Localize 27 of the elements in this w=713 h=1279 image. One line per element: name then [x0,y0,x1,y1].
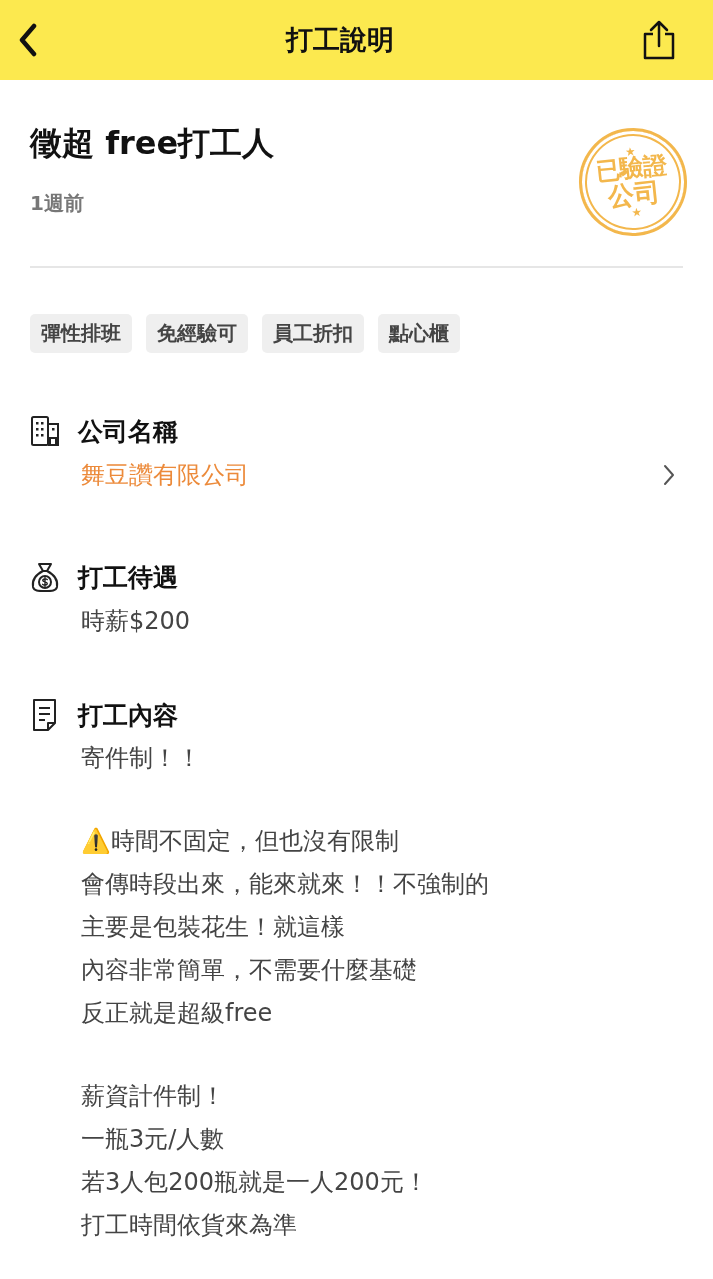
company-link[interactable]: 舞豆讚有限公司 [81,459,249,491]
posted-time: 1週前 [30,190,85,218]
section-heading: 公司名稱 [78,415,178,448]
section-heading: 打工待遇 [78,561,178,594]
tag: 員工折扣 [262,314,364,353]
description-line: 打工時間依貨來為準 [81,1210,298,1241]
description-line: 一瓶3元/人數 [81,1124,226,1155]
share-icon[interactable] [641,20,677,60]
description-line: 反正就是超級free [81,998,274,1029]
chevron-right-icon[interactable] [663,464,675,486]
money-bag-icon [30,561,60,593]
description-line: 若3人包200瓶就是一人200元！ [81,1167,429,1198]
description-line: 寄件制！！ [81,743,202,774]
section-heading: 打工內容 [78,699,178,732]
building-icon [30,415,60,447]
description-line: 薪資計件制！ [81,1081,226,1112]
tag: 免經驗可 [146,314,248,353]
description-line: ⚠時間不固定，但也沒有限制 [81,826,400,857]
job-title: 徵超 free打工人 [30,124,275,163]
page-title: 打工說明 [285,23,394,57]
tag: 點心櫃 [378,314,460,353]
description-line: 內容非常簡單，不需要什麼基礎 [81,955,418,986]
section-value: 時薪$200 [81,606,191,637]
description-line: 主要是包裝花生！就這樣 [81,912,346,943]
back-icon[interactable] [18,23,38,57]
tag: 彈性排班 [30,314,132,353]
description-line: 會傳時段出來，能來就來！！不強制的 [81,869,490,900]
